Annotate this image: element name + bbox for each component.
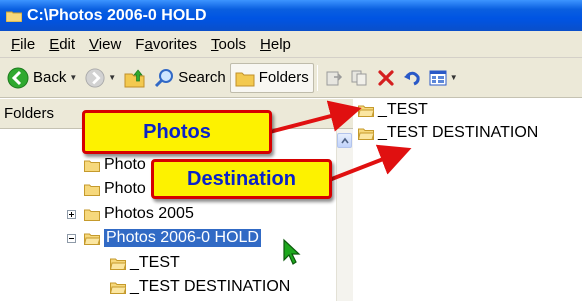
mouse-cursor-icon: [283, 238, 301, 265]
back-arrow-icon: [7, 67, 29, 88]
menu-file[interactable]: File: [4, 36, 42, 53]
folder-icon: [84, 160, 100, 172]
folders-icon: [235, 72, 255, 86]
open-folder-icon: [358, 105, 374, 117]
forward-dropdown-icon[interactable]: ▼: [108, 73, 116, 82]
photos-callout: Photos: [82, 110, 272, 154]
tree-item[interactable]: Photo: [84, 154, 146, 176]
file-list-item[interactable]: _TEST DESTINATION: [358, 124, 538, 142]
menu-help[interactable]: Help: [253, 36, 298, 53]
close-icon[interactable]: ×: [339, 104, 347, 120]
folder-icon: [84, 209, 100, 221]
title-bar: C:\Photos 2006-0 HOLD: [0, 0, 582, 31]
folders-button[interactable]: Folders: [229, 62, 314, 93]
folder-icon: [6, 11, 22, 22]
forward-arrow-icon: [85, 67, 105, 88]
toolbar-separator: [316, 64, 318, 91]
views-icon: [429, 70, 447, 85]
copy-to-button[interactable]: [347, 62, 373, 94]
file-list-item[interactable]: _TEST: [358, 101, 428, 119]
tree-item[interactable]: Photo: [84, 178, 146, 200]
menu-tools[interactable]: Tools: [204, 36, 253, 53]
move-to-icon: [326, 71, 342, 85]
back-dropdown-icon[interactable]: ▼: [69, 73, 77, 82]
menu-bar: File Edit View Favorites Tools Help: [0, 31, 582, 58]
toolbar: Back ▼ ▼ Search Folders ▼: [0, 58, 582, 98]
up-folder-icon: [124, 68, 145, 87]
search-label: Search: [178, 69, 226, 86]
content-pane: _TEST _TEST DESTINATION: [354, 99, 582, 301]
delete-button[interactable]: [373, 62, 399, 94]
chevron-up-icon: [341, 137, 349, 144]
up-folder-button[interactable]: [120, 62, 150, 94]
destination-callout: Destination: [151, 159, 332, 199]
views-button[interactable]: ▼: [425, 62, 462, 94]
scroll-up-button[interactable]: [337, 133, 352, 148]
folders-label: Folders: [258, 69, 309, 86]
open-folder-icon: [84, 233, 100, 245]
back-label: Back: [33, 69, 67, 86]
forward-button[interactable]: ▼: [81, 62, 120, 94]
open-folder-icon: [110, 258, 126, 270]
collapse-minus-icon[interactable]: [67, 233, 76, 243]
tree-item-selected[interactable]: Photos 2006-0 HOLD: [67, 227, 262, 249]
undo-icon: [403, 71, 420, 85]
tree-item[interactable]: Photos 2005: [67, 203, 194, 225]
expand-plus-icon[interactable]: [67, 209, 76, 219]
menu-favorites[interactable]: Favorites: [128, 36, 204, 53]
search-button[interactable]: Search: [150, 62, 230, 94]
menu-edit[interactable]: Edit: [42, 36, 82, 53]
views-dropdown-icon[interactable]: ▼: [450, 73, 458, 82]
open-folder-icon: [358, 128, 374, 140]
folders-pane-title: Folders: [4, 105, 55, 122]
undo-button[interactable]: [399, 62, 425, 94]
delete-icon: [378, 69, 394, 86]
window-title: C:\Photos 2006-0 HOLD: [27, 6, 207, 24]
move-to-button[interactable]: [321, 62, 347, 94]
tree-item[interactable]: _TEST: [110, 252, 180, 274]
open-folder-icon: [110, 282, 126, 294]
folder-icon: [84, 184, 100, 196]
menu-view[interactable]: View: [82, 36, 128, 53]
tree-item[interactable]: _TEST DESTINATION: [110, 276, 290, 298]
search-icon: [155, 68, 174, 87]
vertical-scrollbar[interactable]: [336, 129, 353, 301]
copy-to-icon: [351, 70, 367, 85]
back-button[interactable]: Back ▼: [3, 62, 81, 94]
